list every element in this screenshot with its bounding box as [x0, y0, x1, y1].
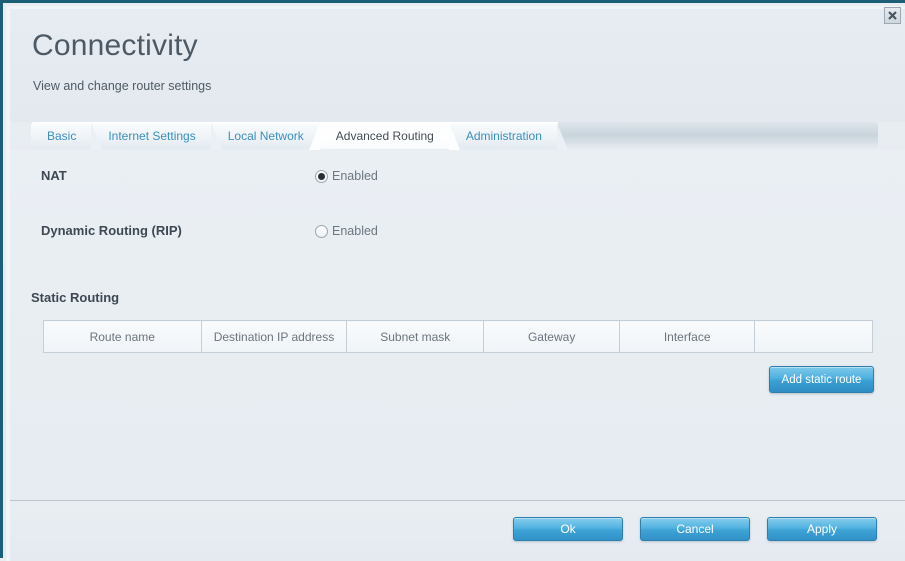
nat-label: NAT	[41, 168, 67, 183]
page-subtitle: View and change router settings	[33, 79, 212, 93]
cancel-button[interactable]: Cancel	[640, 517, 750, 541]
nat-enabled-label: Enabled	[332, 169, 378, 183]
tab-label: Internet Settings	[108, 129, 196, 143]
tab-panel-advanced-routing: NAT Enabled Dynamic Routing (RIP) Enable…	[10, 150, 905, 500]
dynamic-routing-enabled-label: Enabled	[332, 224, 378, 238]
ok-button[interactable]: Ok	[513, 517, 623, 541]
table-header-row: Route name Destination IP address Subnet…	[43, 320, 873, 353]
tab-administration[interactable]: Administration	[449, 122, 568, 150]
nat-enabled-radio-group[interactable]: Enabled	[315, 163, 378, 189]
dynamic-routing-label: Dynamic Routing (RIP)	[41, 223, 182, 238]
column-header-interface: Interface	[619, 320, 756, 353]
connectivity-dialog: Connectivity View and change router sett…	[0, 0, 905, 561]
tab-label: Advanced Routing	[335, 129, 434, 143]
page-title: Connectivity	[32, 29, 198, 62]
static-routing-heading: Static Routing	[31, 290, 120, 305]
column-header-actions	[754, 320, 873, 353]
tab-advanced-routing[interactable]: Advanced Routing	[308, 122, 460, 150]
static-routing-table: Route name Destination IP address Subnet…	[43, 320, 873, 353]
tab-basic[interactable]: Basic	[31, 122, 103, 150]
tab-internet-settings[interactable]: Internet Settings	[92, 122, 223, 150]
add-static-route-button[interactable]: Add static route	[769, 366, 874, 393]
setting-row-nat: NAT Enabled	[10, 163, 905, 189]
dialog-header: Connectivity View and change router sett…	[10, 9, 905, 122]
column-header-gateway: Gateway	[483, 320, 621, 353]
column-header-destination-ip: Destination IP address	[200, 320, 348, 353]
column-header-subnet-mask: Subnet mask	[346, 320, 485, 353]
setting-row-dynamic-routing: Dynamic Routing (RIP) Enabled	[10, 218, 905, 244]
column-header-route-name: Route name	[43, 320, 202, 353]
tab-label: Administration	[465, 129, 542, 143]
apply-button[interactable]: Apply	[767, 517, 877, 541]
tab-label: Local Network	[227, 129, 304, 143]
tab-label: Basic	[47, 129, 77, 143]
close-button[interactable]	[884, 7, 901, 24]
tab-list: Basic Internet Settings Local Network Ad…	[31, 122, 568, 150]
dynamic-routing-enabled-radio-group[interactable]: Enabled	[315, 218, 378, 244]
radio-button-icon[interactable]	[315, 169, 328, 183]
tab-strip: Basic Internet Settings Local Network Ad…	[3, 122, 905, 150]
radio-button-icon[interactable]	[315, 224, 328, 238]
dialog-footer: Ok Cancel Apply	[10, 500, 905, 561]
close-icon	[888, 11, 897, 20]
tab-local-network[interactable]: Local Network	[211, 122, 330, 150]
